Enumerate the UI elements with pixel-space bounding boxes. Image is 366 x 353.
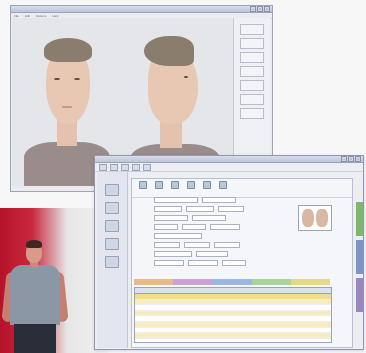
print-icon[interactable] [132, 163, 140, 171]
nav-item-2[interactable] [105, 202, 119, 214]
capture-button-1[interactable] [240, 24, 264, 35]
table-row[interactable] [135, 333, 331, 339]
record-photo-thumbnails[interactable] [298, 205, 332, 231]
form-field-1[interactable] [154, 197, 198, 203]
section-tab-3[interactable] [212, 279, 252, 285]
close-icon [219, 181, 227, 189]
side-tab-green[interactable] [356, 202, 363, 236]
capture-button-2[interactable] [240, 38, 264, 49]
side-tab-blue[interactable] [356, 240, 363, 274]
records-left-nav [97, 172, 128, 348]
capture-button-5[interactable] [240, 80, 264, 91]
ribbon-button-3[interactable] [170, 181, 180, 190]
minimize-icon[interactable]: – [341, 156, 347, 162]
menu-options[interactable]: Options [36, 14, 46, 18]
fingerprint-icon [187, 181, 195, 189]
form-field-16[interactable] [196, 251, 228, 257]
capture-button-3[interactable] [240, 52, 264, 63]
form-field-4[interactable] [186, 206, 214, 212]
form-field-13[interactable] [184, 242, 210, 248]
print-icon [203, 181, 211, 189]
capture-button-7[interactable] [240, 108, 264, 119]
menu-help[interactable]: Help [52, 14, 58, 18]
section-tab-5[interactable] [290, 279, 331, 285]
save-icon[interactable] [121, 163, 129, 171]
section-tab-2[interactable] [173, 279, 213, 285]
records-window: – □ × [94, 155, 364, 350]
nav-item-4[interactable] [105, 238, 119, 250]
form-field-3[interactable] [154, 206, 182, 212]
capture-button-4[interactable] [240, 66, 264, 77]
form-field-11[interactable] [154, 233, 202, 239]
ribbon-button-6[interactable] [218, 181, 228, 190]
form-field-15[interactable] [154, 251, 192, 257]
close-icon[interactable]: × [264, 6, 270, 12]
nav-item-1[interactable] [105, 184, 119, 196]
new-icon[interactable] [99, 163, 107, 171]
nav-item-3[interactable] [105, 220, 119, 232]
ribbon-button-4[interactable] [186, 181, 196, 190]
vertical-side-tabs [356, 178, 363, 346]
minimize-icon[interactable]: – [250, 6, 256, 12]
ribbon-button-2[interactable] [154, 181, 164, 190]
maximize-icon[interactable]: □ [348, 156, 354, 162]
record-ribbon [132, 179, 352, 198]
form-field-6[interactable] [154, 215, 188, 221]
record-form [136, 197, 292, 277]
records-table [134, 287, 332, 343]
front-thumbnail [302, 209, 314, 227]
form-field-5[interactable] [218, 206, 244, 212]
menu-file[interactable]: File [14, 14, 19, 18]
form-field-18[interactable] [188, 260, 218, 266]
record-detail-pane [131, 178, 353, 348]
form-field-9[interactable] [182, 224, 206, 230]
form-field-8[interactable] [154, 224, 178, 230]
nav-item-5[interactable] [105, 256, 119, 268]
subject-photo [0, 208, 108, 353]
records-window-titlebar: – □ × [95, 156, 363, 163]
section-tab-bar [134, 279, 331, 285]
form-field-19[interactable] [222, 260, 246, 266]
form-field-2[interactable] [202, 197, 236, 203]
ribbon-button-5[interactable] [202, 181, 212, 190]
section-tab-4[interactable] [251, 279, 291, 285]
mugshot-window-titlebar: – □ × [11, 6, 272, 13]
maximize-icon[interactable]: □ [257, 6, 263, 12]
edit-icon [155, 181, 163, 189]
records-toolbar [95, 163, 363, 172]
ribbon-button-1[interactable] [138, 181, 148, 190]
form-field-10[interactable] [210, 224, 240, 230]
section-tab-1[interactable] [134, 279, 174, 285]
open-icon[interactable] [110, 163, 118, 171]
form-field-12[interactable] [154, 242, 180, 248]
menu-edit[interactable]: Edit [25, 14, 30, 18]
form-field-7[interactable] [192, 215, 226, 221]
search-icon[interactable] [143, 163, 151, 171]
form-field-17[interactable] [154, 260, 184, 266]
camera-icon [171, 181, 179, 189]
side-tab-purple[interactable] [356, 278, 363, 312]
close-icon[interactable]: × [355, 156, 361, 162]
capture-button-6[interactable] [240, 94, 264, 105]
form-field-14[interactable] [214, 242, 240, 248]
document-icon [139, 181, 147, 189]
profile-thumbnail [316, 209, 328, 227]
